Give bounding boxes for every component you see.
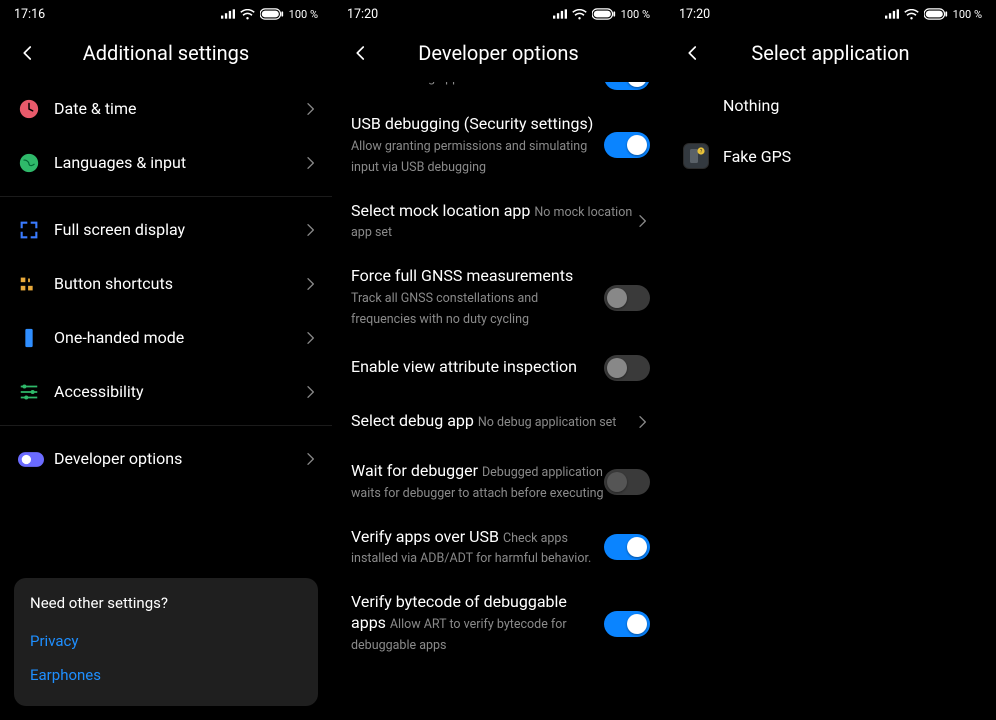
sliders-icon bbox=[18, 381, 54, 403]
pane-select-application: 17:20 100 % Select application Nothing F… bbox=[664, 0, 996, 720]
page-title: Additional settings bbox=[46, 41, 322, 65]
row-sub: No debug application set bbox=[478, 415, 617, 430]
back-button[interactable] bbox=[10, 35, 46, 71]
toggle-switch[interactable] bbox=[604, 132, 650, 158]
app-label: Fake GPS bbox=[723, 147, 791, 166]
chevron-right-icon bbox=[302, 155, 318, 171]
row-label: Date & time bbox=[54, 99, 136, 118]
row-install-via-usb[interactable]: Allow installing apps via USB bbox=[333, 82, 664, 102]
row-accessibility[interactable]: Accessibility bbox=[0, 365, 332, 419]
fake-gps-icon bbox=[683, 143, 709, 169]
header: Select application bbox=[665, 24, 996, 82]
row-verify-bytecode[interactable]: Verify bytecode of debuggable apps Allow… bbox=[333, 580, 664, 667]
row-title: Force full GNSS measurements bbox=[351, 266, 573, 285]
status-bar: 17:16 100 % bbox=[0, 0, 332, 24]
row-select-debug-app[interactable]: Select debug app No debug application se… bbox=[333, 395, 664, 449]
app-option-nothing[interactable]: Nothing bbox=[665, 82, 996, 129]
toggle-switch[interactable] bbox=[604, 82, 650, 90]
row-label: Button shortcuts bbox=[54, 274, 173, 293]
app-label: Nothing bbox=[723, 96, 779, 115]
row-view-attribute-inspection[interactable]: Enable view attribute inspection bbox=[333, 341, 664, 395]
link-earphones[interactable]: Earphones bbox=[30, 658, 302, 692]
battery-pct: 100 % bbox=[953, 8, 982, 21]
row-usb-debugging-security[interactable]: USB debugging (Security settings) Allow … bbox=[333, 102, 664, 189]
pane-developer-options: 17:20 100 % Developer options Allow inst… bbox=[332, 0, 664, 720]
chevron-right-icon bbox=[302, 384, 318, 400]
toggle-switch[interactable] bbox=[604, 355, 650, 381]
chevron-right-icon bbox=[302, 330, 318, 346]
signal-icon bbox=[221, 9, 235, 19]
battery-pct: 100 % bbox=[289, 8, 318, 21]
page-title: Select application bbox=[711, 41, 986, 65]
link-privacy[interactable]: Privacy bbox=[30, 624, 302, 658]
toggle-icon bbox=[18, 452, 54, 467]
row-label: One-handed mode bbox=[54, 328, 184, 347]
status-time: 17:20 bbox=[347, 7, 378, 22]
row-label: Accessibility bbox=[54, 382, 144, 401]
phone-icon bbox=[18, 327, 54, 349]
row-date-time[interactable]: Date & time bbox=[0, 82, 332, 136]
row-sub: Track all GNSS constellations and freque… bbox=[351, 291, 538, 327]
divider bbox=[0, 196, 332, 197]
chevron-right-icon bbox=[634, 213, 650, 229]
toggle-switch[interactable] bbox=[604, 534, 650, 560]
status-bar: 17:20 100 % bbox=[333, 0, 664, 24]
divider bbox=[0, 425, 332, 426]
row-force-full-gnss[interactable]: Force full GNSS measurements Track all G… bbox=[333, 254, 664, 341]
row-title: Verify apps over USB bbox=[351, 527, 499, 546]
toggle-switch[interactable] bbox=[604, 611, 650, 637]
toggle-switch bbox=[604, 469, 650, 495]
shortcuts-icon bbox=[18, 273, 54, 295]
clock-icon bbox=[18, 98, 54, 120]
pane-additional-settings: 17:16 100 % Additional settings Date & t… bbox=[0, 0, 332, 720]
more-settings-card: Need other settings? Privacy Earphones bbox=[14, 578, 318, 706]
row-label: Full screen display bbox=[54, 220, 185, 239]
app-option-fake-gps[interactable]: Fake GPS bbox=[665, 129, 996, 183]
row-developer-options[interactable]: Developer options bbox=[0, 432, 332, 486]
row-title: Select debug app bbox=[351, 411, 474, 430]
row-verify-apps-usb[interactable]: Verify apps over USB Check apps installe… bbox=[333, 515, 664, 581]
row-full-screen-display[interactable]: Full screen display bbox=[0, 203, 332, 257]
page-title: Developer options bbox=[379, 41, 654, 65]
row-title: USB debugging (Security settings) bbox=[351, 114, 593, 133]
fullscreen-icon bbox=[18, 219, 54, 241]
battery-icon bbox=[924, 8, 948, 20]
row-sub: Allow installing apps via USB bbox=[351, 82, 511, 86]
header: Additional settings bbox=[0, 24, 332, 82]
status-bar: 17:20 100 % bbox=[665, 0, 996, 24]
row-title: Wait for debugger bbox=[351, 461, 478, 480]
back-button[interactable] bbox=[343, 35, 379, 71]
chevron-right-icon bbox=[302, 276, 318, 292]
row-wait-for-debugger: Wait for debugger Debugged application w… bbox=[333, 449, 664, 515]
row-button-shortcuts[interactable]: Button shortcuts bbox=[0, 257, 332, 311]
signal-icon bbox=[885, 9, 899, 19]
card-question: Need other settings? bbox=[30, 594, 302, 612]
chevron-right-icon bbox=[302, 222, 318, 238]
globe-icon bbox=[18, 152, 54, 174]
battery-icon bbox=[260, 8, 284, 20]
header: Developer options bbox=[333, 24, 664, 82]
row-label: Developer options bbox=[54, 449, 182, 468]
status-time: 17:16 bbox=[14, 7, 45, 22]
row-one-handed-mode[interactable]: One-handed mode bbox=[0, 311, 332, 365]
row-title: Select mock location app bbox=[351, 201, 530, 220]
back-button[interactable] bbox=[675, 35, 711, 71]
chevron-right-icon bbox=[302, 101, 318, 117]
battery-icon bbox=[592, 8, 616, 20]
battery-pct: 100 % bbox=[621, 8, 650, 21]
toggle-switch[interactable] bbox=[604, 285, 650, 311]
status-time: 17:20 bbox=[679, 7, 710, 22]
wifi-icon bbox=[240, 9, 255, 20]
row-sub: Allow granting permissions and simulatin… bbox=[351, 139, 587, 175]
row-languages-input[interactable]: Languages & input bbox=[0, 136, 332, 190]
chevron-right-icon bbox=[302, 451, 318, 467]
signal-icon bbox=[553, 9, 567, 19]
chevron-right-icon bbox=[634, 414, 650, 430]
row-title: Enable view attribute inspection bbox=[351, 357, 577, 376]
wifi-icon bbox=[572, 9, 587, 20]
row-label: Languages & input bbox=[54, 153, 186, 172]
wifi-icon bbox=[904, 9, 919, 20]
row-select-mock-location[interactable]: Select mock location app No mock locatio… bbox=[333, 189, 664, 255]
